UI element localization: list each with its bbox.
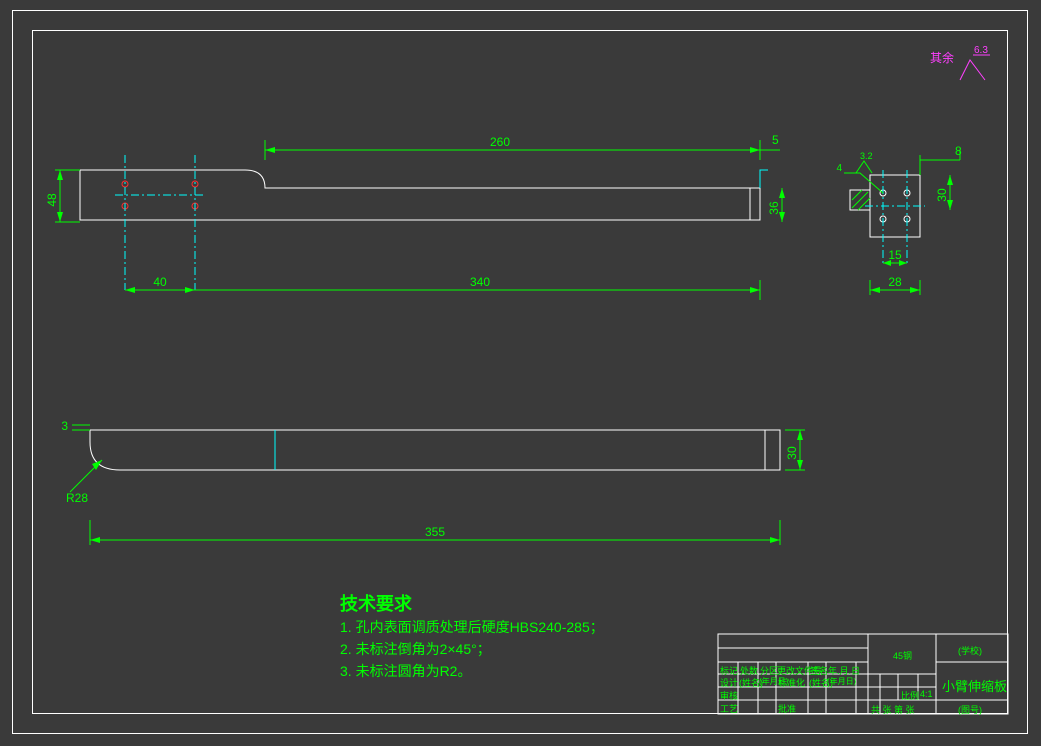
dim-260: 260 <box>490 135 510 149</box>
tech-requirements: 技术要求 1. 孔内表面调质处理后硬度HBS240-285； 2. 未标注倒角为… <box>340 590 700 682</box>
tb-r2c1: 设计 <box>720 676 738 689</box>
tb-material: 45钢 <box>893 649 912 662</box>
tb-r2c6: (年月日) <box>827 676 856 687</box>
surface-finish-mark: 其余 6.3 <box>930 50 1000 90</box>
dim-48: 48 <box>45 193 59 207</box>
end-view: 3.2 8 30 15 28 4 <box>850 155 980 315</box>
dim-r28: R28 <box>66 491 88 505</box>
tb-r2c4: 标准化 <box>778 676 805 689</box>
dim-355: 355 <box>425 525 445 539</box>
dim-28: 28 <box>888 275 902 289</box>
tb-r4c2: 批准 <box>778 702 796 715</box>
other-label: 其余 <box>930 50 954 65</box>
ra-value: 6.3 <box>974 45 988 56</box>
title-block: 标记 处数 分区 更改文件号 签名 年.月.日 设计 (姓名) (年月日) 标准… <box>718 634 1008 714</box>
dim-36: 36 <box>767 201 781 215</box>
hole-dia: 4 <box>836 163 842 174</box>
top-view: 3 R28 30 355 <box>80 420 820 580</box>
tb-partno: (图号) <box>958 703 982 716</box>
front-view-dims: 260 5 48 36 40 340 <box>60 130 820 320</box>
dim-5: 5 <box>772 133 779 147</box>
tech-line-1: 1. 孔内表面调质处理后硬度HBS240-285； <box>340 616 700 638</box>
tb-r3c1: 审核 <box>720 689 738 702</box>
tech-line-2: 2. 未标注倒角为2×45°； <box>340 638 700 660</box>
dim-40: 40 <box>153 275 167 289</box>
dim-15: 15 <box>888 248 902 262</box>
tb-r4c1: 工艺 <box>720 702 738 715</box>
dim-340: 340 <box>470 275 490 289</box>
tb-partname: 小臂伸缩板 <box>942 676 1007 695</box>
tb-scale: 4:1 <box>920 689 933 699</box>
dim-8: 8 <box>955 144 962 158</box>
ra-32: 3.2 <box>860 151 873 161</box>
tb-sheets: 共 张 第 张 <box>871 703 915 716</box>
dim-30: 30 <box>935 188 949 202</box>
tb-school: (学校) <box>958 644 982 657</box>
tb-scale-label: 比例 <box>901 689 919 702</box>
dim-3: 3 <box>61 419 68 433</box>
tech-line-3: 3. 未标注圆角为R2。 <box>340 660 700 682</box>
dim-30b: 30 <box>785 446 799 460</box>
tech-heading: 技术要求 <box>340 590 700 616</box>
